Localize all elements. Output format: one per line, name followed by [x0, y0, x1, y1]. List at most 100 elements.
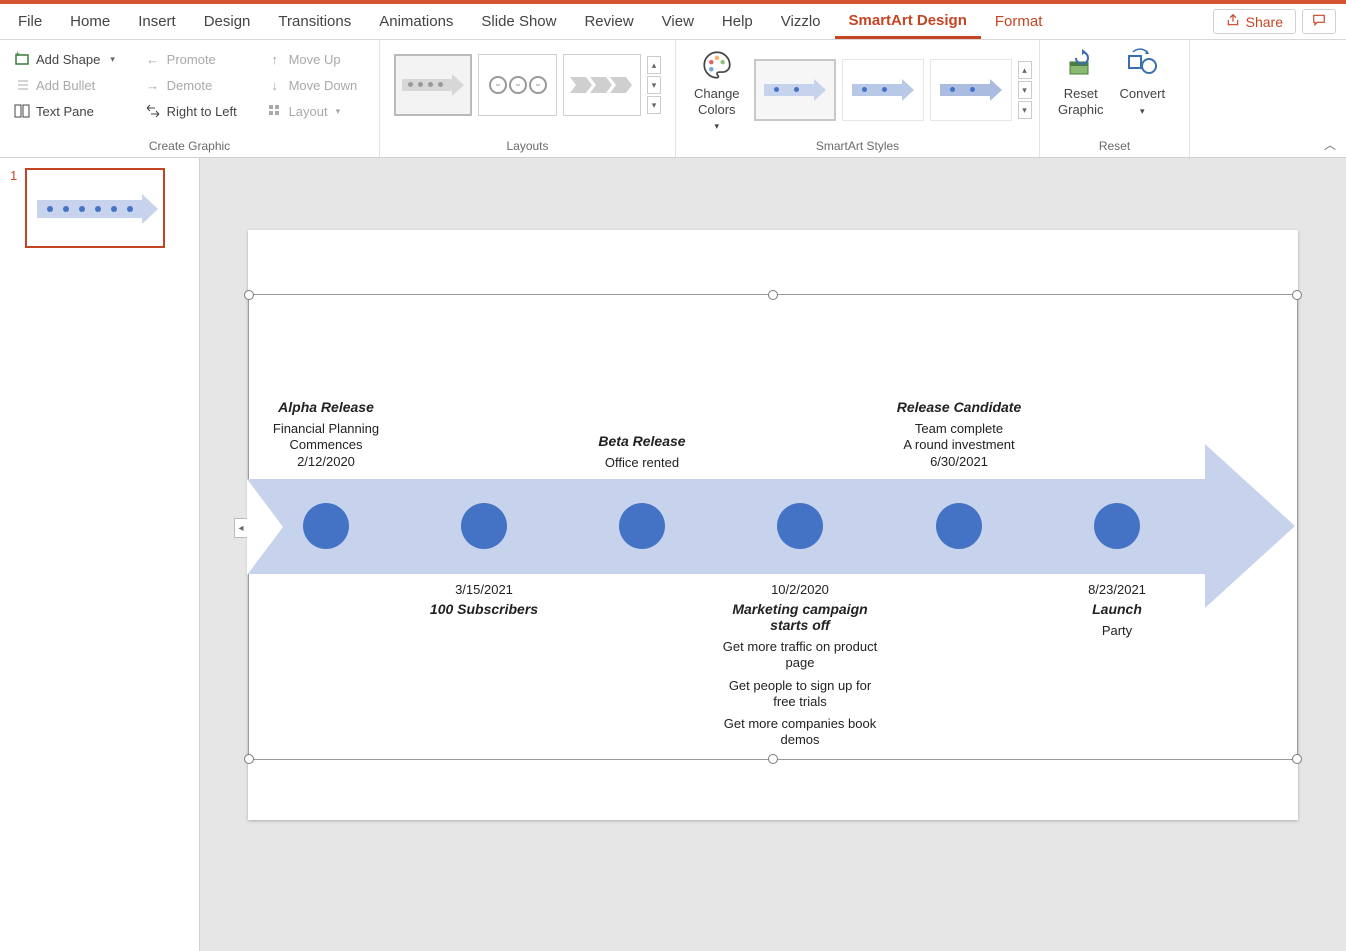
layouts-more[interactable]: ▾: [647, 96, 661, 114]
tab-home[interactable]: Home: [56, 4, 124, 39]
rtl-icon: [145, 103, 161, 119]
timeline-milestone[interactable]: Alpha ReleaseFinancial PlanningCommences…: [246, 399, 406, 473]
text-pane-button[interactable]: Text Pane: [12, 100, 125, 122]
milestone-title: Launch: [1037, 601, 1197, 617]
timeline-milestone[interactable]: Beta ReleaseOffice rented: [562, 433, 722, 471]
text-pane-toggle[interactable]: ◂: [234, 518, 248, 538]
styles-scroll-down[interactable]: ▾: [1018, 81, 1032, 99]
move-down-button[interactable]: ↓ Move Down: [265, 74, 367, 96]
layouts-scroll-up[interactable]: ▴: [647, 56, 661, 74]
selection-handle[interactable]: [1292, 754, 1302, 764]
milestone-date: 8/23/2021: [1037, 582, 1197, 597]
collapse-ribbon-button[interactable]: ︿: [1324, 136, 1336, 153]
reset-graphic-button[interactable]: Reset Graphic: [1052, 48, 1110, 117]
arrow-right-icon: →: [145, 77, 161, 93]
rtl-label: Right to Left: [167, 104, 237, 119]
selection-handle[interactable]: [1292, 290, 1302, 300]
milestone-title: Alpha Release: [246, 399, 406, 415]
tab-insert[interactable]: Insert: [124, 4, 190, 39]
chevron-down-icon: ▾: [1140, 106, 1145, 116]
tab-view[interactable]: View: [648, 4, 708, 39]
add-shape-label: Add Shape: [36, 52, 100, 67]
milestone-title: Marketing campaign starts off: [720, 601, 880, 633]
arrow-down-icon: ↓: [267, 77, 283, 93]
layouts-scroll-down[interactable]: ▾: [647, 76, 661, 94]
milestone-title: Release Candidate: [879, 399, 1039, 415]
promote-button[interactable]: ← Promote: [143, 48, 247, 70]
timeline-arrow-head[interactable]: [1205, 444, 1295, 608]
convert-button[interactable]: Convert▾: [1114, 48, 1172, 117]
group-reset: Reset Graphic Convert▾ Reset: [1040, 40, 1190, 157]
timeline-dot[interactable]: [619, 503, 665, 549]
text-pane-icon: [14, 103, 30, 119]
demote-label: Demote: [167, 78, 213, 93]
layout-label: Layout: [289, 104, 328, 119]
tab-review[interactable]: Review: [570, 4, 647, 39]
arrow-up-icon: ↑: [267, 51, 283, 67]
style-option-1[interactable]: [754, 59, 836, 121]
timeline-milestone[interactable]: Release CandidateTeam completeA round in…: [879, 399, 1039, 473]
slide[interactable]: ◂ Alpha ReleaseFinancial PlanningCommenc…: [248, 230, 1298, 820]
selection-handle[interactable]: [768, 290, 778, 300]
ribbon: + Add Shape ▾ ← Promote ↑ Move Up Add Bu…: [0, 40, 1346, 158]
timeline-milestone[interactable]: 3/15/2021100 Subscribers: [404, 582, 564, 623]
milestone-date: 6/30/2021: [879, 454, 1039, 469]
arrow-left-icon: ←: [145, 51, 161, 67]
right-to-left-button[interactable]: Right to Left: [143, 100, 247, 122]
chevron-down-icon: ▾: [715, 121, 720, 131]
milestone-line: Team complete: [879, 421, 1039, 437]
timeline-dot[interactable]: [777, 503, 823, 549]
move-up-button[interactable]: ↑ Move Up: [265, 48, 367, 70]
add-shape-button[interactable]: + Add Shape ▾: [12, 48, 125, 70]
chevron-down-icon: ▾: [336, 106, 341, 117]
layout-option-1[interactable]: [394, 54, 472, 116]
milestone-line: Get more companies book demos: [720, 716, 880, 749]
selection-handle[interactable]: [244, 290, 254, 300]
tab-transitions[interactable]: Transitions: [264, 4, 365, 39]
tab-help[interactable]: Help: [708, 4, 767, 39]
change-colors-button[interactable]: Change Colors ▾: [688, 48, 746, 133]
comments-button[interactable]: [1302, 9, 1336, 34]
tab-file[interactable]: File: [4, 4, 56, 39]
style-option-3[interactable]: [930, 59, 1012, 121]
convert-icon: [1125, 48, 1159, 82]
add-shape-icon: +: [14, 51, 30, 67]
layout-icon: [267, 103, 283, 119]
promote-label: Promote: [167, 52, 216, 67]
timeline-milestone[interactable]: 8/23/2021 Launch Party: [1037, 582, 1197, 639]
styles-more[interactable]: ▾: [1018, 101, 1032, 119]
timeline-dot[interactable]: [1094, 503, 1140, 549]
timeline-dot[interactable]: [303, 503, 349, 549]
layout-option-2[interactable]: [478, 54, 556, 116]
text-pane-label: Text Pane: [36, 104, 94, 119]
timeline-dot[interactable]: [936, 503, 982, 549]
workspace: 1 ◂: [0, 158, 1346, 951]
layout-dropdown[interactable]: Layout ▾: [265, 100, 367, 122]
styles-scroll-up[interactable]: ▴: [1018, 61, 1032, 79]
timeline-arrow-notch: [247, 479, 283, 575]
milestone-line: Office rented: [562, 455, 722, 471]
tab-vizzlo[interactable]: Vizzlo: [767, 4, 835, 39]
reset-graphic-icon: [1064, 48, 1098, 82]
selection-handle[interactable]: [768, 754, 778, 764]
timeline-milestone[interactable]: 10/2/2020Marketing campaign starts offGe…: [720, 582, 880, 749]
tab-animations[interactable]: Animations: [365, 4, 467, 39]
tab-format[interactable]: Format: [981, 4, 1057, 39]
milestone-title: 100 Subscribers: [404, 601, 564, 617]
share-button[interactable]: Share: [1213, 9, 1296, 34]
layout-option-3[interactable]: [563, 54, 641, 116]
slide-canvas-area[interactable]: ◂ Alpha ReleaseFinancial PlanningCommenc…: [200, 158, 1346, 951]
tab-design[interactable]: Design: [190, 4, 265, 39]
style-option-2[interactable]: [842, 59, 924, 121]
timeline-arrow-body[interactable]: [248, 479, 1206, 574]
milestone-line: Financial Planning: [246, 421, 406, 437]
slide-thumbnail-panel: 1: [0, 158, 200, 951]
selection-handle[interactable]: [244, 754, 254, 764]
milestone-line: Party: [1037, 623, 1197, 639]
tab-slideshow[interactable]: Slide Show: [467, 4, 570, 39]
add-bullet-button[interactable]: Add Bullet: [12, 74, 125, 96]
slide-thumbnail-1[interactable]: [25, 168, 165, 248]
tab-smartart-design[interactable]: SmartArt Design: [835, 4, 981, 39]
timeline-dot[interactable]: [461, 503, 507, 549]
demote-button[interactable]: → Demote: [143, 74, 247, 96]
